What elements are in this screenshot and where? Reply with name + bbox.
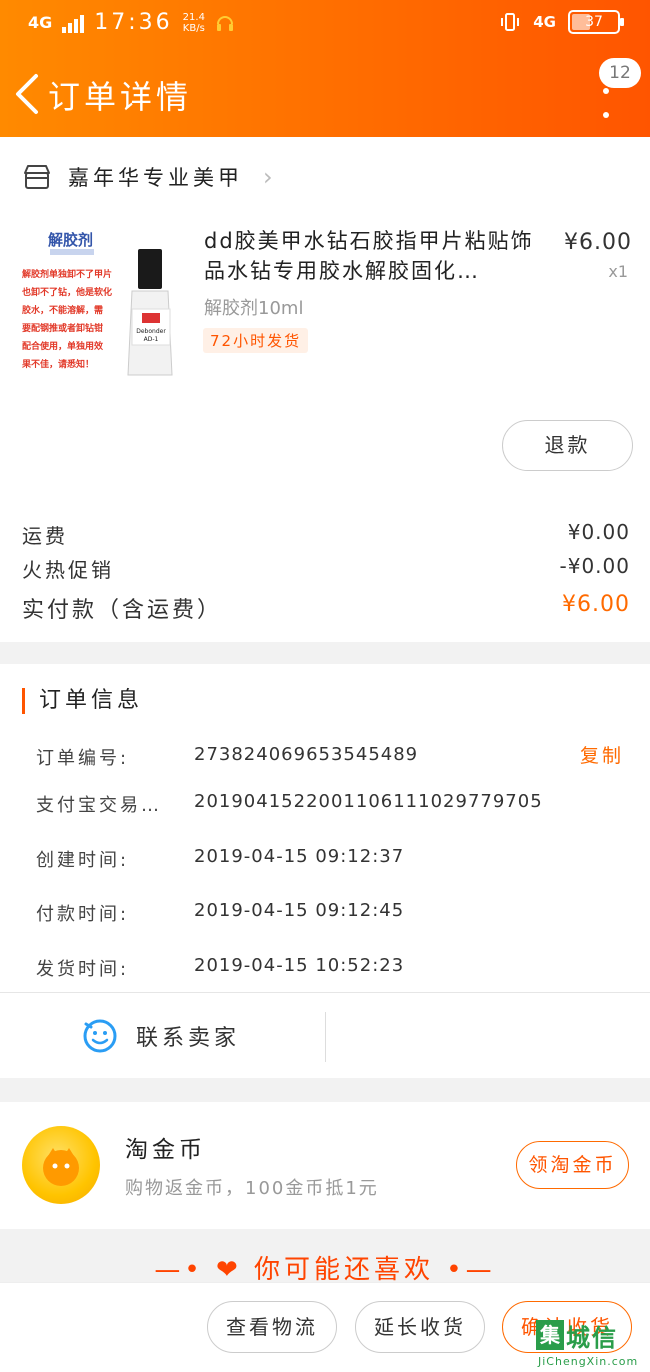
bottle-model: AD-1 bbox=[144, 336, 159, 343]
chat-smile-icon bbox=[83, 1019, 117, 1053]
product-image-line: 胶水，不能溶解，需 bbox=[22, 304, 103, 316]
product-image-art: 解胶剂 解胶剂单独卸不了甲片 也卸不了钻，他是软化 胶水，不能溶解，需 要配钢推… bbox=[20, 225, 182, 383]
info-value: 2019-04-15 09:12:37 bbox=[194, 846, 405, 867]
info-label: 创建时间: bbox=[36, 850, 130, 871]
page-title: 订单详情 bbox=[48, 78, 193, 116]
product-price: ¥6.00 bbox=[564, 230, 632, 255]
product-image-line: 要配钢推或者卸钻钳 bbox=[22, 322, 103, 334]
extend-receipt-button[interactable]: 延长收货 bbox=[355, 1301, 485, 1353]
net-speed-value: 21.4 bbox=[182, 11, 205, 23]
product-sku: 解胶剂10ml bbox=[204, 298, 304, 319]
watermark-url: JiChengXin.com bbox=[538, 1355, 639, 1368]
status-left: 4G 17:36 21.4 KB/s bbox=[28, 10, 235, 35]
battery-icon: 37 bbox=[568, 10, 624, 34]
shipping-tag: 72小时发货 bbox=[203, 328, 309, 353]
info-label: 订单编号: bbox=[36, 748, 130, 769]
status-right: 4G 37 bbox=[499, 10, 624, 34]
product-image-line: 配合使用，单独用效 bbox=[22, 340, 104, 352]
dot-icon bbox=[603, 112, 609, 118]
store-icon bbox=[24, 165, 50, 189]
shop-name: 嘉年华专业美甲 bbox=[68, 166, 243, 190]
dot-icon bbox=[603, 88, 609, 94]
product-image-line: 也卸不了钻，他是软化 bbox=[22, 286, 112, 298]
headset-icon bbox=[216, 15, 233, 31]
watermark-logo: 城信 bbox=[566, 1324, 618, 1352]
product-image-title: 解胶剂 bbox=[48, 231, 93, 249]
app-header: 4G 17:36 21.4 KB/s 4G 37 订单详情 12 bbox=[0, 0, 650, 137]
coins-subtitle: 购物返金币，100金币抵1元 bbox=[125, 1178, 379, 1199]
shop-link[interactable]: 嘉年华专业美甲 › bbox=[22, 162, 277, 192]
fee-row-promo: 火热促销 -¥0.00 bbox=[22, 554, 630, 583]
back-button[interactable] bbox=[12, 72, 42, 116]
info-label: 发货时间: bbox=[36, 959, 130, 980]
fee-label: 火热促销 bbox=[22, 558, 114, 582]
recommend-label: 你可能还喜欢 bbox=[254, 1255, 435, 1285]
copy-button[interactable]: 复制 bbox=[580, 741, 624, 768]
coin-face-icon bbox=[43, 1148, 79, 1186]
claim-coins-button[interactable]: 领淘金币 bbox=[516, 1141, 629, 1189]
bottle-label: Debonder bbox=[136, 328, 166, 335]
info-label: 支付宝交易… bbox=[36, 795, 162, 816]
vertical-divider bbox=[325, 1012, 326, 1062]
fee-value: ¥0.00 bbox=[567, 520, 630, 544]
dash-right: •— bbox=[446, 1255, 496, 1285]
info-label: 付款时间: bbox=[36, 904, 130, 925]
section-divider bbox=[0, 992, 650, 993]
signal-icon bbox=[62, 13, 85, 33]
net-speed-unit: KB/s bbox=[182, 22, 205, 34]
fee-value: -¥0.00 bbox=[559, 554, 630, 578]
gold-coin-icon bbox=[22, 1126, 100, 1204]
contact-seller-button[interactable]: 联系卖家 bbox=[82, 1018, 240, 1054]
info-value: 2019041522001106111029779705 bbox=[194, 791, 543, 812]
fee-row-shipping: 运费 ¥0.00 bbox=[22, 520, 630, 549]
clock: 17:36 bbox=[94, 10, 173, 35]
heart-icon: ❤ bbox=[215, 1255, 242, 1285]
payment-value: ¥6.00 bbox=[562, 592, 630, 617]
contact-seller-label: 联系卖家 bbox=[136, 1026, 241, 1051]
info-value: 2019-04-15 10:52:23 bbox=[194, 955, 405, 976]
info-value: 273824069653545489 bbox=[194, 744, 419, 765]
refund-button[interactable]: 退款 bbox=[502, 420, 633, 471]
network-indicator: 4G bbox=[28, 13, 53, 32]
watermark-logo-box: 集 bbox=[536, 1320, 564, 1350]
view-logistics-button[interactable]: 查看物流 bbox=[207, 1301, 337, 1353]
dash-left: —• bbox=[154, 1255, 204, 1285]
network-indicator-right: 4G bbox=[533, 13, 556, 31]
payment-label: 实付款（含运费） bbox=[22, 598, 223, 623]
order-info-title: 订单信息 bbox=[22, 688, 143, 714]
chevron-left-icon bbox=[16, 74, 38, 114]
status-bar: 4G 17:36 21.4 KB/s 4G 37 bbox=[0, 0, 650, 52]
payment-total-row: 实付款（含运费） ¥6.00 bbox=[22, 592, 630, 624]
message-badge[interactable]: 12 bbox=[599, 58, 641, 88]
more-button[interactable] bbox=[596, 88, 616, 118]
net-speed: 21.4 KB/s bbox=[183, 12, 205, 34]
product-quantity: x1 bbox=[608, 262, 628, 281]
battery-level: 37 bbox=[585, 14, 603, 30]
fee-label: 运费 bbox=[22, 524, 68, 548]
product-title[interactable]: dd胶美甲水钻石胶指甲片粘贴饰品水钻专用胶水解胶固化… bbox=[204, 226, 544, 286]
product-image-line: 解胶剂单独卸不了甲片 bbox=[22, 268, 112, 280]
product-image[interactable]: 解胶剂 解胶剂单独卸不了甲片 也卸不了钻，他是软化 胶水，不能溶解，需 要配钢推… bbox=[20, 225, 182, 383]
info-value: 2019-04-15 09:12:45 bbox=[194, 900, 405, 921]
vibrate-icon bbox=[501, 13, 520, 31]
product-image-line: 果不佳，请悉知！ bbox=[21, 358, 94, 370]
coins-title: 淘金币 bbox=[125, 1137, 206, 1163]
chevron-right-icon: › bbox=[263, 163, 277, 191]
